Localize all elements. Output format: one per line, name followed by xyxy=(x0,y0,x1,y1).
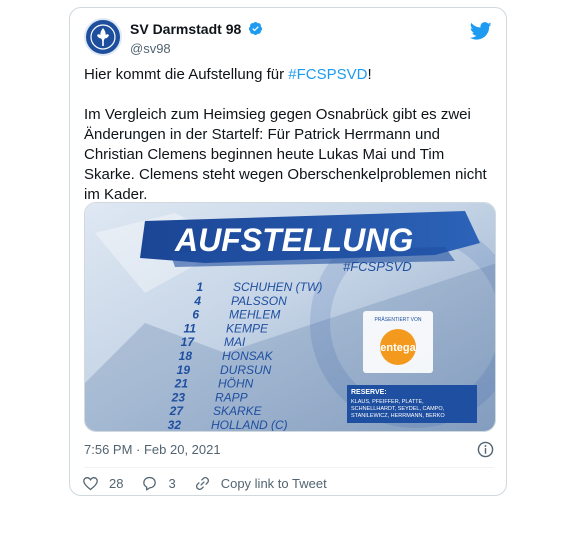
player-name: HOLLAND (C) xyxy=(211,418,288,432)
player-name: HONSAK xyxy=(222,349,274,363)
info-icon[interactable] xyxy=(477,441,494,458)
player-number: 27 xyxy=(169,404,185,418)
like-button[interactable]: 28 xyxy=(82,475,123,492)
sponsor-caption: PRÄSENTIERT VON xyxy=(374,316,421,323)
tweet-line-1: Hier kommt die Aufstellung für #FCSPSVD! xyxy=(84,65,496,85)
graphic-title: AUFSTELLUNG xyxy=(174,222,413,258)
graphic-hashtag: #FCSPSVD xyxy=(343,259,412,274)
player-name: SKARKE xyxy=(213,404,263,418)
player-number: 21 xyxy=(174,377,189,391)
player-name: MEHLEM xyxy=(229,308,280,322)
hashtag-link[interactable]: #FCSPSVD xyxy=(288,66,367,83)
lineup-graphic[interactable]: AUFSTELLUNG #FCSPSVD 1 SCHUHEN (TW) 4 PALSS… xyxy=(84,202,496,432)
tweet-text: Hier kommt die Aufstellung für #FCSPSVD!… xyxy=(84,65,496,205)
reserve-line-3: STANILEWICZ, HERRMANN, BERKO xyxy=(351,413,445,419)
reply-count: 3 xyxy=(168,475,176,491)
twitter-bird-icon[interactable] xyxy=(470,20,492,42)
sponsor-name: entega xyxy=(380,342,416,354)
player-number: 6 xyxy=(192,308,199,322)
account-names: SV Darmstadt 98 @sv98 xyxy=(130,20,263,56)
tweet-paragraph-2: Im Vergleich zum Heimsieg gegen Osnabrüc… xyxy=(84,106,487,203)
player-number: 32 xyxy=(168,418,182,432)
lineup-graphic-svg: AUFSTELLUNG #FCSPSVD 1 SCHUHEN (TW) 4 PALSS… xyxy=(85,203,495,432)
tweet-timestamp[interactable]: 7:56 PM · Feb 20, 2021 xyxy=(84,442,221,457)
player-name: DURSUN xyxy=(220,363,272,377)
player-name: RAPP xyxy=(215,390,248,404)
player-number: 18 xyxy=(179,349,193,363)
reply-button[interactable]: 3 xyxy=(141,475,176,492)
reserve-title: RESERVE: xyxy=(351,389,387,396)
player-number: 23 xyxy=(171,390,186,404)
divider xyxy=(84,467,494,468)
player-name: MAI xyxy=(224,335,246,349)
verified-badge-icon xyxy=(248,22,262,36)
link-icon xyxy=(195,476,209,490)
reserve-line-2: SCHNELLHARDT, SEYDEL, CAMPO, xyxy=(351,406,445,412)
player-number: 11 xyxy=(184,321,197,335)
player-name: SCHUHEN (TW) xyxy=(233,280,322,294)
copy-link-button[interactable]: Copy link to Tweet xyxy=(194,475,327,492)
reply-bubble-icon xyxy=(143,476,157,491)
sponsor-box: PRÄSENTIERT VON entega xyxy=(363,311,433,373)
avatar[interactable] xyxy=(84,18,122,56)
tweet-text-suffix: ! xyxy=(367,66,372,83)
tweet-actions: 28 3 Copy link to Tweet xyxy=(82,473,345,493)
club-crest-icon xyxy=(87,21,119,53)
tweet-text-prefix: Hier kommt die Aufstellung für xyxy=(84,66,289,83)
tweet-header: SV Darmstadt 98 @sv98 xyxy=(84,18,494,58)
player-number: 17 xyxy=(181,335,196,349)
heart-icon xyxy=(83,476,98,490)
player-name: KEMPE xyxy=(226,321,269,335)
tweet-card[interactable]: SV Darmstadt 98 @sv98 Hier kommt die Auf… xyxy=(69,7,507,496)
player-number: 1 xyxy=(196,280,203,294)
player-number: 4 xyxy=(193,294,201,308)
player-number: 19 xyxy=(177,363,191,377)
account-handle[interactable]: @sv98 xyxy=(130,41,263,56)
copy-link-label: Copy link to Tweet xyxy=(220,475,327,491)
reserve-box: RESERVE: KLAUS, PFEIFFER, PLATTE, SCHNEL… xyxy=(347,385,477,423)
like-count: 28 xyxy=(109,475,124,491)
display-name[interactable]: SV Darmstadt 98 xyxy=(130,21,241,37)
player-row: 27 SKARKE xyxy=(169,404,263,418)
player-name: HÖHN xyxy=(218,377,254,391)
player-name: PALSSON xyxy=(231,294,287,308)
reserve-line-1: KLAUS, PFEIFFER, PLATTE, xyxy=(351,399,424,405)
